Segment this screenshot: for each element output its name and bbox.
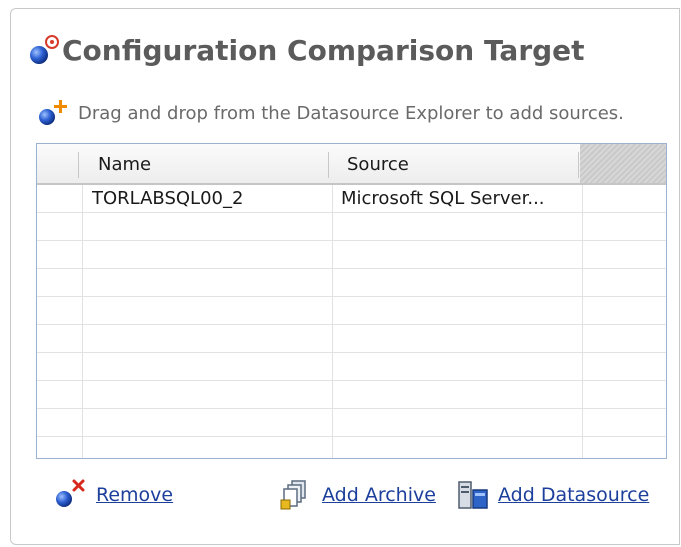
table-row[interactable] xyxy=(37,409,666,437)
add-archive-link[interactable]: Add Archive xyxy=(322,484,436,506)
column-divider xyxy=(82,185,83,458)
table-row[interactable] xyxy=(37,213,666,241)
table-row[interactable] xyxy=(37,325,666,353)
column-header-filler xyxy=(580,144,666,183)
page-title: Configuration Comparison Target xyxy=(62,34,585,67)
datasource-icon[interactable] xyxy=(455,478,491,512)
add-datasource-link[interactable]: Add Datasource xyxy=(498,484,649,506)
remove-link[interactable]: Remove xyxy=(96,484,173,506)
archive-icon[interactable] xyxy=(278,478,314,512)
add-source-icon xyxy=(39,100,67,125)
table-row[interactable] xyxy=(37,297,666,325)
column-separator xyxy=(328,152,329,178)
cell-source: Microsoft SQL Server... xyxy=(341,188,545,209)
table-row[interactable] xyxy=(37,269,666,297)
datasource-target-icon xyxy=(30,35,59,64)
cell-name: TORLABSQL00_2 xyxy=(92,188,244,209)
table-row[interactable] xyxy=(37,241,666,269)
table-row[interactable]: TORLABSQL00_2 Microsoft SQL Server... xyxy=(37,185,666,213)
column-divider xyxy=(332,185,333,458)
drag-drop-hint: Drag and drop from the Datasource Explor… xyxy=(78,103,624,124)
grid-header: Name Source xyxy=(37,144,666,185)
column-header-name[interactable]: Name xyxy=(98,154,151,175)
table-row[interactable] xyxy=(37,381,666,409)
column-divider xyxy=(582,185,583,458)
table-row[interactable] xyxy=(37,353,666,381)
sources-grid[interactable]: Name Source TORLABSQL00_2 Microsoft SQL … xyxy=(36,143,667,459)
column-separator xyxy=(578,152,579,178)
column-separator xyxy=(78,152,79,178)
column-header-source[interactable]: Source xyxy=(347,154,409,175)
remove-icon[interactable] xyxy=(52,478,88,512)
